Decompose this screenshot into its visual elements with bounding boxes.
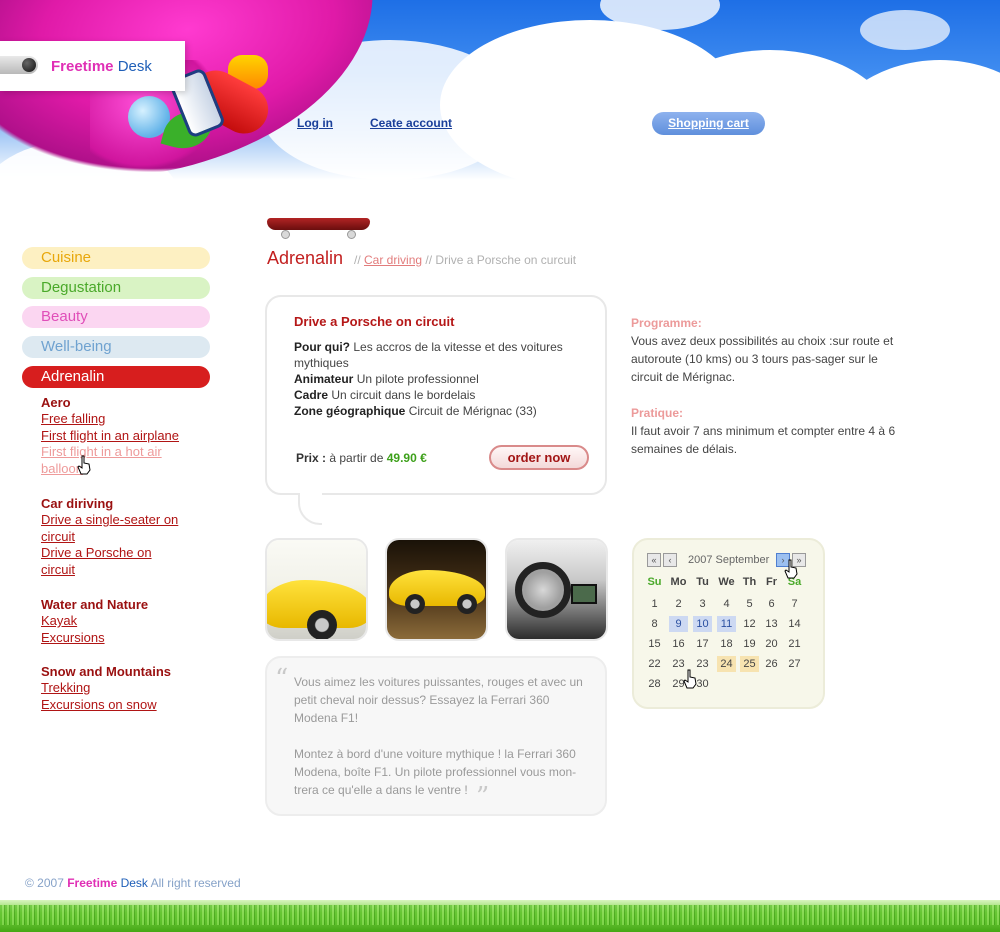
category-degustation[interactable]: Degustation: [22, 277, 210, 299]
breadcrumb: // Car driving // Drive a Porsche on cur…: [354, 253, 577, 267]
calendar-weekday: Fr: [766, 576, 777, 588]
calendar-day[interactable]: 27: [785, 656, 804, 672]
calendar-day[interactable]: 21: [785, 636, 804, 652]
category-cuisine[interactable]: Cuisine: [22, 247, 210, 269]
quote-paragraph-2: Montez à bord d'une voiture mythique ! l…: [294, 747, 577, 797]
calendar-day[interactable]: 20: [762, 636, 781, 652]
offer-title: Drive a Porsche on circuit: [294, 314, 455, 329]
calendar-day[interactable]: 15: [645, 636, 664, 652]
programme-text: Vous avez deux possibilités au choix :su…: [631, 334, 894, 384]
calendar-day[interactable]: 1: [645, 596, 664, 612]
hand-cursor-icon: [77, 455, 91, 475]
offer-row-cadre: Cadre Un circuit dans le bordelais: [294, 388, 476, 402]
sidebar-link-excursions-snow[interactable]: Excursions on snow: [41, 697, 201, 714]
calendar-month-label: 2007 September: [688, 554, 770, 566]
toggle-knob-icon: [0, 56, 38, 74]
offer-row-animateur: Animateur Un pilote professionnel: [294, 372, 479, 386]
calendar-day[interactable]: 11: [717, 616, 736, 632]
calendar-day[interactable]: 8: [645, 616, 664, 632]
category-beauty[interactable]: Beauty: [22, 306, 210, 328]
calendar-day[interactable]: 25: [740, 656, 759, 672]
pratique-text: Il faut avoir 7 ans minimum et compter e…: [631, 424, 896, 456]
pratique-title: Pratique:: [631, 406, 684, 420]
shopping-cart-button[interactable]: Shopping cart: [652, 112, 765, 135]
calendar-weekday: Th: [742, 576, 757, 588]
photo-thumbnail-side[interactable]: [385, 538, 488, 641]
calendar-day[interactable]: 7: [785, 596, 804, 612]
calendar-day[interactable]: 2: [669, 596, 688, 612]
calendar-day[interactable]: 28: [645, 676, 664, 692]
calendar-day[interactable]: 16: [669, 636, 688, 652]
calendar-day[interactable]: 13: [762, 616, 781, 632]
footer-copyright: © 2007 Freetime Desk All right reserved: [25, 876, 241, 890]
open-quote-icon: “: [275, 664, 289, 694]
calendar-weekday: We: [718, 576, 735, 588]
group-title: Water and Nature: [41, 597, 149, 612]
calendar-day[interactable]: 26: [762, 656, 781, 672]
calendar-day[interactable]: 24: [717, 656, 736, 672]
skateboard-icon: [267, 218, 370, 240]
programme-title: Programme:: [631, 316, 702, 330]
breadcrumb-current: Drive a Porsche on curcuit: [435, 253, 577, 267]
calendar-day[interactable]: 12: [740, 616, 759, 632]
group-title: Snow and Mountains: [41, 664, 171, 679]
offer-row-pour-qui: Pour qui? Les accros de la vitesse et de…: [294, 340, 563, 370]
sidebar-group-snow: Snow and Mountains Trekking Excursions o…: [41, 664, 201, 713]
create-account-link[interactable]: Ceate account: [370, 116, 452, 130]
pratique-section: Pratique: Il faut avoir 7 ans minimum et…: [631, 404, 906, 458]
category-well-being[interactable]: Well-being: [22, 336, 210, 358]
sidebar-link-porsche[interactable]: Drive a Porsche on circuit: [41, 545, 171, 578]
sidebar-group-aero: Aero Free falling First flight in an air…: [41, 395, 201, 477]
logo-text: Freetime Desk: [51, 58, 152, 75]
group-title: Aero: [41, 395, 71, 410]
page-title: Adrenalin: [267, 248, 344, 268]
quote-paragraph-1: Vous aimez les voitures puissantes, roug…: [294, 675, 583, 725]
sidebar-link-trekking[interactable]: Trekking: [41, 680, 201, 697]
sidebar-link-single-seater[interactable]: Drive a single-seater on circuit: [41, 512, 201, 545]
calendar-weekday: Su: [647, 576, 662, 588]
breadcrumb-link-car-driving[interactable]: Car driving: [364, 253, 422, 267]
calendar-day[interactable]: 4: [717, 596, 736, 612]
photo-thumbnail-interior[interactable]: [505, 538, 608, 641]
hand-cursor-icon: [683, 669, 697, 689]
calendar-day[interactable]: 17: [693, 636, 712, 652]
calendar-day[interactable]: 6: [762, 596, 781, 612]
calendar-weekday: Mo: [670, 576, 687, 588]
calendar-day[interactable]: 10: [693, 616, 712, 632]
login-link[interactable]: Log in: [297, 116, 333, 130]
calendar-day[interactable]: 14: [785, 616, 804, 632]
sidebar-link-first-flight-airplane[interactable]: First flight in an airplane: [41, 428, 201, 445]
sidebar-group-water: Water and Nature Kayak Excursions: [41, 597, 201, 646]
price: Prix : à partir de 49.90 €: [296, 451, 427, 465]
calendar-day[interactable]: 5: [740, 596, 759, 612]
sidebar-link-hot-air-balloon[interactable]: First flight in a hot air balloon: [41, 444, 201, 477]
category-adrenalin[interactable]: Adrenalin: [22, 366, 210, 388]
sidebar-link-kayak[interactable]: Kayak: [41, 613, 201, 630]
order-now-button[interactable]: order now: [489, 445, 589, 470]
offer-row-zone: Zone géographique Circuit de Mérignac (3…: [294, 404, 537, 418]
hand-cursor-icon: [784, 559, 798, 579]
calendar-day[interactable]: 19: [740, 636, 759, 652]
sidebar-link-free-falling[interactable]: Free falling: [41, 411, 201, 428]
calendar-weekday: Tu: [696, 576, 709, 588]
calendar-day[interactable]: 18: [717, 636, 736, 652]
photo-thumbnail-front[interactable]: [265, 538, 368, 641]
group-title: Car diriving: [41, 496, 114, 511]
calendar-prev-year-button[interactable]: «: [647, 553, 661, 567]
price-value: 49.90 €: [386, 451, 427, 465]
offer-details: Pour qui? Les accros de la vitesse et de…: [294, 339, 584, 419]
logo[interactable]: Freetime Desk: [0, 41, 185, 91]
calendar-day[interactable]: 9: [669, 616, 688, 632]
programme-section: Programme: Vous avez deux possibilités a…: [631, 314, 906, 386]
sidebar-group-car: Car diriving Drive a single-seater on ci…: [41, 496, 201, 578]
calendar-day[interactable]: 3: [693, 596, 712, 612]
sidebar-link-excursions[interactable]: Excursions: [41, 630, 201, 647]
calendar-prev-month-button[interactable]: ‹: [663, 553, 677, 567]
calendar-day[interactable]: 22: [645, 656, 664, 672]
